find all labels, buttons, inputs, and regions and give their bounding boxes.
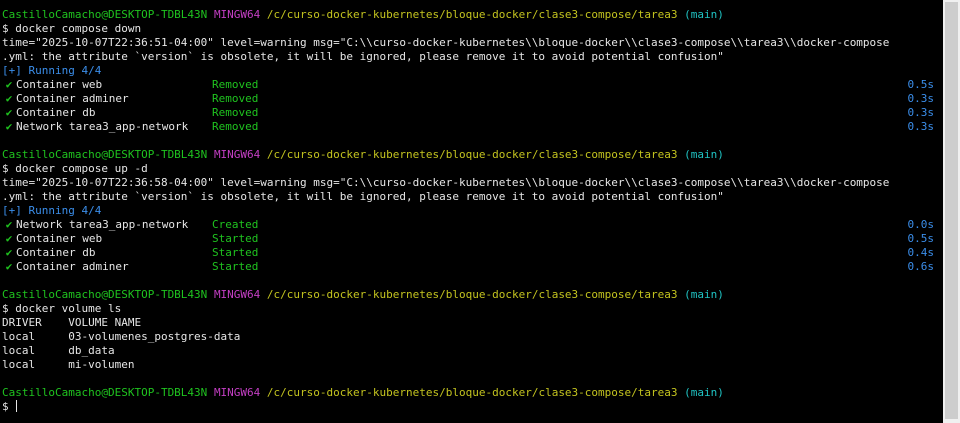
- prompt-path: /c/curso-docker-kubernetes/bloque-docker…: [266, 386, 678, 399]
- task-row: ✔ Container web Started 0.5s: [2, 232, 940, 246]
- prompt-shell: MINGW64: [213, 386, 261, 399]
- task-status: Created: [212, 218, 259, 231]
- task-duration: 0.3s: [907, 92, 935, 105]
- check-icon: ✔: [5, 92, 13, 105]
- task-row: ✔ Network tarea3_app-network Removed 0.3s: [2, 120, 940, 134]
- check-icon: ✔: [5, 78, 13, 91]
- task-duration: 0.3s: [907, 106, 935, 119]
- prompt-line: CastilloCamacho@DESKTOP-TDBL43N MINGW64 …: [2, 288, 940, 302]
- terminal-output[interactable]: CastilloCamacho@DESKTOP-TDBL43N MINGW64 …: [2, 8, 940, 414]
- volume-row: local 03-volumenes_postgres-data: [2, 330, 241, 343]
- command-line: $ docker compose up -d: [2, 162, 940, 176]
- task-name: Network tarea3_app-network: [16, 120, 189, 133]
- prompt-shell: MINGW64: [213, 8, 261, 21]
- task-name: Container adminer: [16, 92, 129, 105]
- task-name: Container adminer: [16, 260, 129, 273]
- task-duration: 0.6s: [907, 260, 935, 273]
- prompt-path: /c/curso-docker-kubernetes/bloque-docker…: [266, 288, 678, 301]
- task-name: Container web: [16, 232, 103, 245]
- prompt-path: /c/curso-docker-kubernetes/bloque-docker…: [266, 8, 678, 21]
- task-name: Container db: [16, 246, 96, 259]
- scrollbar-thumb[interactable]: [945, 2, 958, 419]
- check-icon: ✔: [5, 260, 13, 273]
- prompt-branch: (main): [684, 148, 724, 161]
- prompt-line: CastilloCamacho@DESKTOP-TDBL43N MINGW64 …: [2, 8, 940, 22]
- prompt-path: /c/curso-docker-kubernetes/bloque-docker…: [266, 148, 678, 161]
- vertical-scrollbar[interactable]: [943, 0, 960, 423]
- prompt-branch: (main): [684, 288, 724, 301]
- task-row: ✔ Container db Started 0.4s: [2, 246, 940, 260]
- prompt-line: CastilloCamacho@DESKTOP-TDBL43N MINGW64 …: [2, 386, 940, 400]
- check-icon: ✔: [5, 120, 13, 133]
- command-text: docker volume ls: [15, 302, 122, 315]
- warning-line: .yml: the attribute `version` is obsolet…: [2, 50, 724, 63]
- task-status: Removed: [212, 120, 259, 133]
- check-icon: ✔: [5, 218, 13, 231]
- task-status: Started: [212, 260, 259, 273]
- check-icon: ✔: [5, 232, 13, 245]
- task-status: Started: [212, 246, 259, 259]
- prompt-shell: MINGW64: [213, 288, 261, 301]
- task-row: ✔ Network tarea3_app-network Created 0.0s: [2, 218, 940, 232]
- command-text: docker compose up -d: [15, 162, 148, 175]
- prompt-branch: (main): [684, 8, 724, 21]
- volume-row: local db_data: [2, 344, 115, 357]
- task-duration: 0.3s: [907, 120, 935, 133]
- task-duration: 0.5s: [907, 78, 935, 91]
- task-status: Started: [212, 232, 259, 245]
- running-status: [+] Running 4/4: [2, 64, 102, 77]
- task-row: ✔ Container adminer Removed 0.3s: [2, 92, 940, 106]
- task-duration: 0.4s: [907, 246, 935, 259]
- command-text: docker compose down: [15, 22, 142, 35]
- prompt-shell: MINGW64: [213, 148, 261, 161]
- input-line[interactable]: $: [2, 400, 940, 414]
- task-status: Removed: [212, 78, 259, 91]
- prompt-user-host: CastilloCamacho@DESKTOP-TDBL43N: [2, 288, 208, 301]
- check-icon: ✔: [5, 246, 13, 259]
- warning-line: time="2025-10-07T22:36:58-04:00" level=w…: [2, 176, 890, 189]
- task-name: Container web: [16, 78, 103, 91]
- task-duration: 0.5s: [907, 232, 935, 245]
- prompt-line: CastilloCamacho@DESKTOP-TDBL43N MINGW64 …: [2, 148, 940, 162]
- task-name: Container db: [16, 106, 96, 119]
- warning-line: time="2025-10-07T22:36:51-04:00" level=w…: [2, 36, 890, 49]
- prompt-branch: (main): [684, 386, 724, 399]
- command-line: $ docker volume ls: [2, 302, 940, 316]
- check-icon: ✔: [5, 106, 13, 119]
- text-cursor: [16, 400, 18, 412]
- task-row: ✔ Container web Removed 0.5s: [2, 78, 940, 92]
- prompt-user-host: CastilloCamacho@DESKTOP-TDBL43N: [2, 148, 208, 161]
- task-status: Removed: [212, 92, 259, 105]
- prompt-user-host: CastilloCamacho@DESKTOP-TDBL43N: [2, 8, 208, 21]
- prompt-symbol: $: [2, 162, 9, 175]
- task-duration: 0.0s: [907, 218, 935, 231]
- prompt-symbol: $: [2, 22, 9, 35]
- command-line: $ docker compose down: [2, 22, 940, 36]
- task-row: ✔ Container adminer Started 0.6s: [2, 260, 940, 274]
- warning-line: .yml: the attribute `version` is obsolet…: [2, 190, 724, 203]
- task-row: ✔ Container db Removed 0.3s: [2, 106, 940, 120]
- volume-row: local mi-volumen: [2, 358, 135, 371]
- task-status: Removed: [212, 106, 259, 119]
- prompt-user-host: CastilloCamacho@DESKTOP-TDBL43N: [2, 386, 208, 399]
- prompt-symbol: $: [2, 302, 9, 315]
- prompt-symbol: $: [2, 400, 9, 413]
- volume-table-header: DRIVER VOLUME NAME: [2, 316, 142, 329]
- running-status: [+] Running 4/4: [2, 204, 102, 217]
- task-name: Network tarea3_app-network: [16, 218, 189, 231]
